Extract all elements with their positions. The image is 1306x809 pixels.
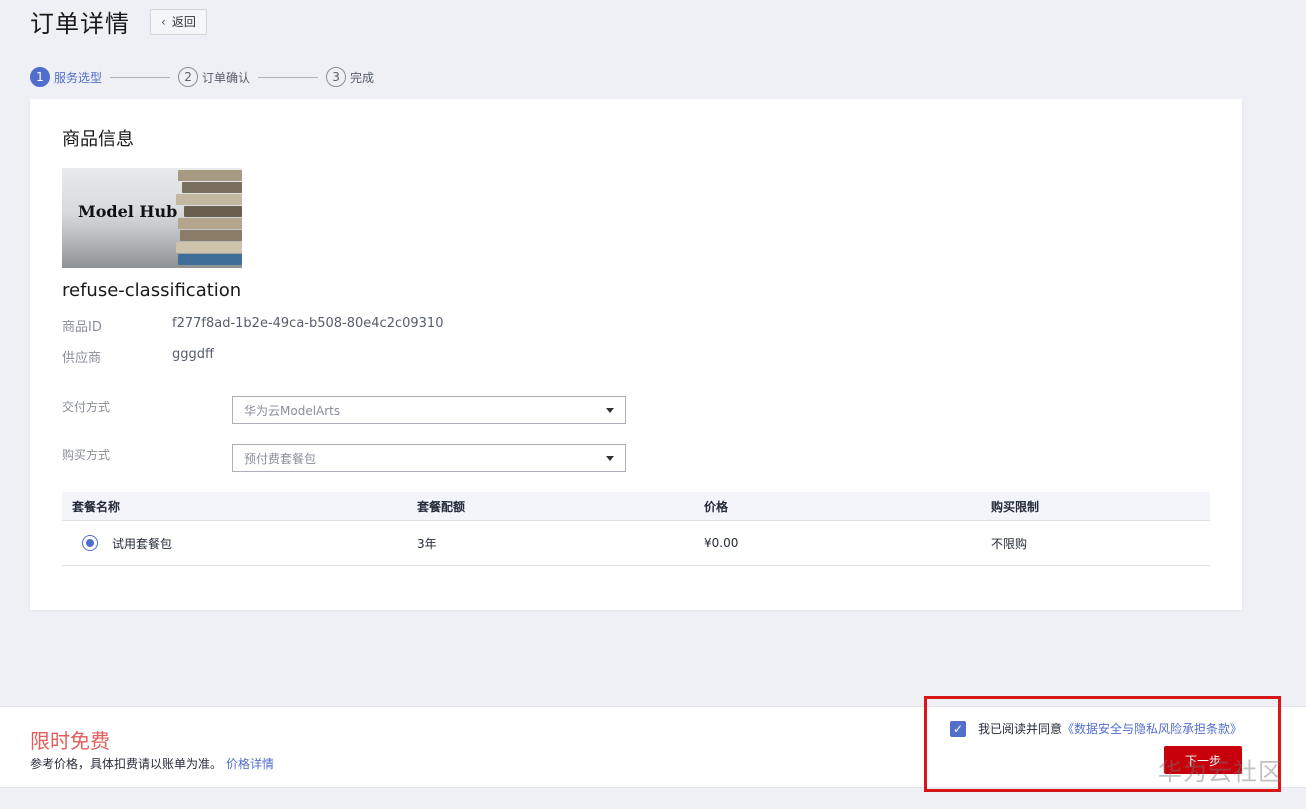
purchase-method-select[interactable]: 预付费套餐包 [232,444,626,472]
product-image-text: Model Hub [78,202,178,221]
product-image: Model Hub [62,168,242,268]
step-number: 1 [30,67,50,87]
agreement-text: 我已阅读并同意 [978,722,1063,736]
package-price: ¥0.00 [704,536,739,550]
agreement-checkbox[interactable]: ✓ [950,720,966,737]
step-label: 完成 [350,70,375,85]
package-quota: 3年 [417,536,437,551]
step-label: 服务选型 [54,70,103,85]
vendor-value: gggdff [172,347,214,362]
promo-title: 限时免费 [30,729,110,753]
step-connector [110,76,171,78]
step-number: 3 [326,67,347,87]
column-header-price: 价格 [704,499,729,514]
delivery-method-select[interactable]: 华为云ModelArts [232,396,626,424]
step-order-confirm: 2 订单确认 [178,67,250,87]
delivery-method-value: 华为云ModelArts [244,403,341,418]
price-details-link[interactable]: 价格详情 [226,757,274,771]
price-note-text: 参考价格，具体扣费请以账单为准。 [30,757,223,771]
purchase-method-value: 预付费套餐包 [244,451,317,466]
delivery-method-label: 交付方式 [62,400,111,414]
price-note: 参考价格，具体扣费请以账单为准。 价格详情 [30,755,274,772]
step-number: 2 [178,67,199,87]
purchase-method-row: 购买方式 预付费套餐包 [62,444,626,472]
books-illustration [174,168,242,268]
vendor-label: 供应商 [62,351,102,366]
column-header-quota: 套餐配额 [417,499,466,514]
caret-down-icon [606,455,614,461]
caret-down-icon [606,407,614,413]
step-complete: 3 完成 [326,67,374,87]
package-limit: 不限购 [991,536,1028,551]
radio-dot-icon [86,539,94,547]
highlight-box [924,696,1281,792]
next-step-button[interactable]: 下一步 [1164,746,1242,774]
back-button[interactable]: ‹ 返回 [150,8,207,35]
table-header: 套餐名称 套餐配额 价格 购买限制 [62,492,1210,521]
package-name-cell: 试用套餐包 [62,521,407,565]
package-name: 试用套餐包 [112,536,173,551]
step-connector [258,76,319,78]
product-id-value: f277f8ad-1b2e-49ca-b508-80e4c2c09310 [172,316,444,331]
page-title: 订单详情 [30,10,130,38]
back-button-label: 返回 [171,15,196,29]
product-info-card: 商品信息 Model Hub refuse-classification 商品I… [30,99,1242,610]
purchase-method-label: 购买方式 [62,448,111,462]
page-header: 订单详情 ‹ 返回 [30,4,207,39]
product-name: refuse-classification [62,280,242,301]
agreement-row: ✓ 我已阅读并同意 《数据安全与隐私风险承担条款》 [950,720,1242,737]
step-indicator: 1 服务选型 2 订单确认 3 完成 [30,67,374,87]
column-header-name: 套餐名称 [72,499,121,514]
column-header-limit: 购买限制 [991,499,1040,514]
check-icon: ✓ [952,721,964,736]
chevron-left-icon: ‹ [161,14,166,29]
product-id-label: 商品ID [62,320,102,335]
section-title: 商品信息 [62,129,134,150]
package-radio[interactable] [82,535,98,551]
step-label: 订单确认 [202,70,251,85]
package-table: 套餐名称 套餐配额 价格 购买限制 试用套餐包 3年 ¥0.00 不限购 [62,492,1210,566]
product-id-row: 商品ID f277f8ad-1b2e-49ca-b508-80e4c2c0931… [62,316,443,335]
vendor-row: 供应商 gggdff [62,347,214,366]
table-row[interactable]: 试用套餐包 3年 ¥0.00 不限购 [62,521,1210,566]
delivery-method-row: 交付方式 华为云ModelArts [62,396,626,424]
terms-link[interactable]: 《数据安全与隐私风险承担条款》 [1062,720,1242,737]
step-service-selection: 1 服务选型 [30,67,102,87]
